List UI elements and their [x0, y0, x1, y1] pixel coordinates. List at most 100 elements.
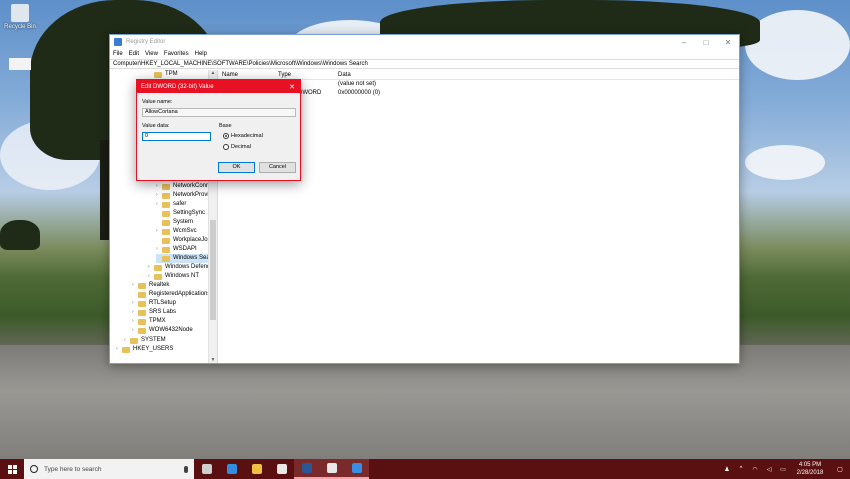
tree-item[interactable]: RegisteredApplications	[132, 290, 210, 299]
taskbar-app-button[interactable]	[269, 459, 294, 479]
radio-selected-icon	[223, 133, 229, 139]
tree-item[interactable]: SettingSync	[156, 209, 205, 218]
folder-icon	[154, 71, 162, 78]
cancel-button[interactable]: Cancel	[259, 162, 296, 173]
tree-item-label: WOW6432Node	[149, 327, 193, 333]
tree-item-label: RegisteredApplications	[149, 291, 211, 297]
start-button[interactable]	[0, 459, 24, 479]
folder-icon	[138, 282, 146, 289]
network-icon[interactable]: ◠	[748, 466, 762, 473]
tree-item[interactable]: System	[156, 218, 193, 227]
tree-item[interactable]: › WOW6432Node	[132, 326, 193, 335]
taskbar-app-button[interactable]	[219, 459, 244, 479]
tree-item[interactable]: › TPMX	[132, 317, 166, 326]
menu-bar: File Edit View Favorites Help	[110, 49, 739, 59]
maximize-button[interactable]: □	[695, 38, 717, 47]
folder-icon	[138, 318, 146, 325]
tree-item[interactable]: › Windows Defende	[148, 263, 214, 272]
tree-item[interactable]: › SRS Labs	[132, 308, 176, 317]
recycle-bin-icon	[11, 4, 29, 22]
tree-item-label: HKEY_USERS	[133, 346, 174, 352]
tree-item-label: Realtek	[149, 282, 170, 288]
menu-view[interactable]: View	[145, 51, 158, 57]
microphone-icon[interactable]	[184, 465, 188, 473]
clock[interactable]: 4:05 PM 2/28/2018	[790, 461, 830, 477]
tree-item-label: SRS Labs	[149, 309, 177, 315]
taskbar-app-button[interactable]	[294, 459, 319, 479]
bush	[0, 220, 40, 250]
folder-icon	[138, 327, 146, 334]
minimize-button[interactable]: –	[673, 38, 695, 47]
menu-help[interactable]: Help	[195, 51, 207, 57]
value-data-input[interactable]: 0	[142, 132, 211, 141]
tree-item[interactable]: › WcmSvc	[156, 227, 197, 236]
column-type[interactable]: Type	[278, 70, 338, 79]
tree-item[interactable]: › Windows NT	[148, 272, 199, 281]
cloud	[745, 145, 825, 180]
tree-item[interactable]: › WSDAPI	[156, 245, 197, 254]
desktop-icon-recycle-bin[interactable]: Recycle Bin	[0, 4, 40, 30]
tree-item-label: SettingSync	[173, 210, 206, 216]
dialog-close-button[interactable]: ✕	[284, 83, 300, 91]
action-center-icon[interactable]: ▢	[830, 466, 850, 473]
scroll-down-arrow[interactable]: ▼	[209, 357, 217, 363]
clock-date: 2/28/2018	[796, 470, 824, 476]
iheart-icon	[326, 463, 337, 473]
tree-item[interactable]: › Realtek	[132, 281, 169, 290]
menu-file[interactable]: File	[113, 51, 123, 57]
tree-item[interactable]: Windows Searc	[156, 254, 215, 263]
scroll-thumb[interactable]	[210, 220, 216, 320]
hexadecimal-radio[interactable]: Hexadecimal	[223, 133, 263, 139]
tree-item[interactable]: › HKEY_USERS	[116, 345, 173, 354]
menu-favorites[interactable]: Favorites	[164, 51, 189, 57]
tree-item[interactable]: › SYSTEM	[124, 336, 166, 345]
ok-button[interactable]: OK	[218, 162, 255, 173]
tree-item-label: safer	[173, 201, 187, 207]
folder-icon	[162, 237, 170, 244]
taskbar-app-button[interactable]	[194, 459, 219, 479]
volume-icon[interactable]: ◁	[762, 466, 776, 473]
task-view-icon	[201, 464, 212, 474]
tree-item-label: WorkplaceJoin	[173, 237, 213, 243]
show-hidden-icons-chevron-icon[interactable]: ^	[734, 466, 748, 472]
tree-item-label: WcmSvc	[173, 228, 197, 234]
dialog-title: Edit DWORD (32-bit) Value	[141, 83, 214, 90]
taskbar-app-button[interactable]	[344, 459, 369, 479]
folder-icon	[162, 246, 170, 253]
base-group-label: Base	[219, 123, 232, 129]
decimal-radio[interactable]: Decimal	[223, 144, 251, 150]
close-button[interactable]: ✕	[717, 38, 739, 47]
address-bar[interactable]: Computer\HKEY_LOCAL_MACHINE\SOFTWARE\Pol…	[110, 59, 739, 69]
column-name[interactable]: Name	[218, 70, 278, 79]
taskbar-app-button[interactable]	[319, 459, 344, 479]
taskbar-apps	[194, 459, 369, 479]
tree-item[interactable]: WorkplaceJoin	[156, 236, 212, 245]
regedit-app-icon	[114, 38, 122, 46]
clock-time: 4:05 PM	[798, 462, 822, 468]
edit-dword-dialog: Edit DWORD (32-bit) Value ✕ Value name: …	[136, 79, 301, 181]
tree-item[interactable]: › RTLSetup	[132, 299, 176, 308]
taskbar: Type here to search ♟ ^ ◠ ◁ ▭ 4:05 PM 2/…	[0, 459, 850, 479]
value-name-label: Value name:	[142, 99, 173, 105]
value-name-field[interactable]: AllowCortana	[142, 108, 296, 117]
folder-icon	[154, 273, 162, 280]
folder-icon	[130, 337, 138, 344]
people-icon[interactable]: ♟	[720, 466, 734, 473]
tree-item[interactable]: › NetworkProvide	[156, 191, 215, 200]
column-data[interactable]: Data	[338, 70, 488, 79]
tree-item[interactable]: › safer	[156, 200, 186, 209]
folder-icon	[162, 228, 170, 235]
taskbar-app-button[interactable]	[244, 459, 269, 479]
scroll-up-arrow[interactable]: ▲	[209, 70, 217, 76]
taskbar-search-box[interactable]: Type here to search	[24, 459, 194, 479]
tree-item[interactable]: › NetworkConnec	[156, 182, 216, 191]
edge-icon	[226, 464, 237, 474]
input-indicator-icon[interactable]: ▭	[776, 466, 790, 473]
folder-icon	[162, 255, 170, 262]
title-bar[interactable]: Registry Editor – □ ✕	[110, 35, 739, 49]
desktop-icon-shortcut[interactable]	[0, 58, 40, 72]
dialog-title-bar[interactable]: Edit DWORD (32-bit) Value ✕	[137, 80, 300, 93]
cloud	[745, 10, 850, 80]
menu-edit[interactable]: Edit	[129, 51, 139, 57]
tree-item[interactable]: TPM	[148, 70, 178, 79]
